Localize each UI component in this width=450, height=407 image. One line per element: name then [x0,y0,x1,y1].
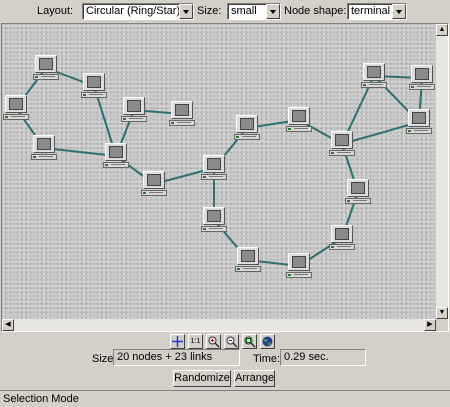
terminal-computer-icon [105,143,127,161]
scroll-left-icon[interactable]: ◀ [2,319,14,331]
chevron-down-icon[interactable] [392,4,406,19]
terminal-node[interactable] [169,101,195,131]
scroll-up-icon[interactable]: ▲ [436,24,448,36]
top-toolbar: Layout: Circular (Ring/Star) Size: small… [0,0,450,22]
terminal-computer-icon [203,207,225,225]
terminal-node[interactable] [3,95,29,125]
terminal-node[interactable] [33,55,59,85]
terminal-node[interactable] [31,135,57,165]
terminal-computer-icon [123,97,145,115]
terminal-computer-icon [5,95,27,113]
terminal-computer-icon [411,65,433,83]
terminal-node[interactable] [201,207,227,237]
terminal-node[interactable] [121,97,147,127]
selection-cross-icon[interactable] [170,334,185,349]
chevron-down-icon[interactable] [179,4,193,19]
terminal-computer-icon [331,131,353,149]
terminal-computer-icon [203,155,225,173]
terminal-node[interactable] [201,155,227,185]
terminal-computer-icon [237,247,259,265]
terminal-computer-icon [33,135,55,153]
arrange-button[interactable]: Arrange [234,370,275,387]
terminal-computer-icon [236,115,258,133]
terminal-computer-icon [288,107,310,125]
terminal-node[interactable] [409,65,435,95]
terminal-node[interactable] [329,225,355,255]
zoom-out-icon[interactable] [224,334,239,349]
terminal-computer-icon [347,179,369,197]
size-select-value: small [231,5,257,17]
node-shape-select[interactable]: terminal [347,3,407,20]
terminal-computer-icon [83,73,105,91]
graph-canvas[interactable] [2,24,436,319]
terminal-computer-icon [143,171,165,189]
terminal-computer-icon [331,225,353,243]
terminal-computer-icon [171,101,193,119]
graph-view: ▲ ▼ ◀ ▶ [1,23,449,332]
layout-select[interactable]: Circular (Ring/Star) [82,3,194,20]
chevron-down-icon[interactable] [266,4,280,19]
size-select-label: Size: [197,5,222,17]
zoom-in-icon[interactable] [206,334,221,349]
horizontal-scrollbar[interactable]: ◀ ▶ [2,319,436,331]
layout-select-value: Circular (Ring/Star) [86,5,181,17]
scroll-right-icon[interactable]: ▶ [424,319,436,331]
vertical-scrollbar[interactable]: ▲ ▼ [436,24,448,319]
scroll-down-icon[interactable]: ▼ [436,307,448,319]
status-bar: Selection Mode [0,390,450,407]
terminal-node[interactable] [234,115,260,145]
size-select[interactable]: small [227,3,281,20]
terminal-computer-icon [288,253,310,271]
terminal-computer-icon [35,55,57,73]
terminal-node[interactable] [141,171,167,201]
scrollbar-corner [436,319,448,331]
node-shape-label: Node shape: [284,5,347,17]
terminal-computer-icon [363,63,385,81]
terminal-node[interactable] [235,247,261,277]
time-field: 0.29 sec. [280,349,366,366]
terminal-node[interactable] [286,253,312,283]
terminal-node[interactable] [103,143,129,173]
time-label: Time: [253,353,281,365]
randomize-button[interactable]: Randomize [173,370,231,387]
terminal-node[interactable] [81,73,107,103]
zoom-fit-icon[interactable] [242,334,257,349]
terminal-node[interactable] [345,179,371,209]
graph-size-field: 20 nodes + 23 links [113,349,240,366]
globe-overview-icon[interactable] [260,334,275,349]
terminal-node[interactable] [329,131,355,161]
node-shape-select-value: terminal [351,5,391,17]
status-text: Selection Mode [3,393,79,405]
terminal-computer-icon [408,109,430,127]
terminal-node[interactable] [286,107,312,137]
terminal-node[interactable] [406,109,432,139]
terminal-node[interactable] [361,63,387,93]
layout-label: Layout: [37,5,74,17]
zoom-1-to-1-icon[interactable]: 1:1 [188,334,203,349]
